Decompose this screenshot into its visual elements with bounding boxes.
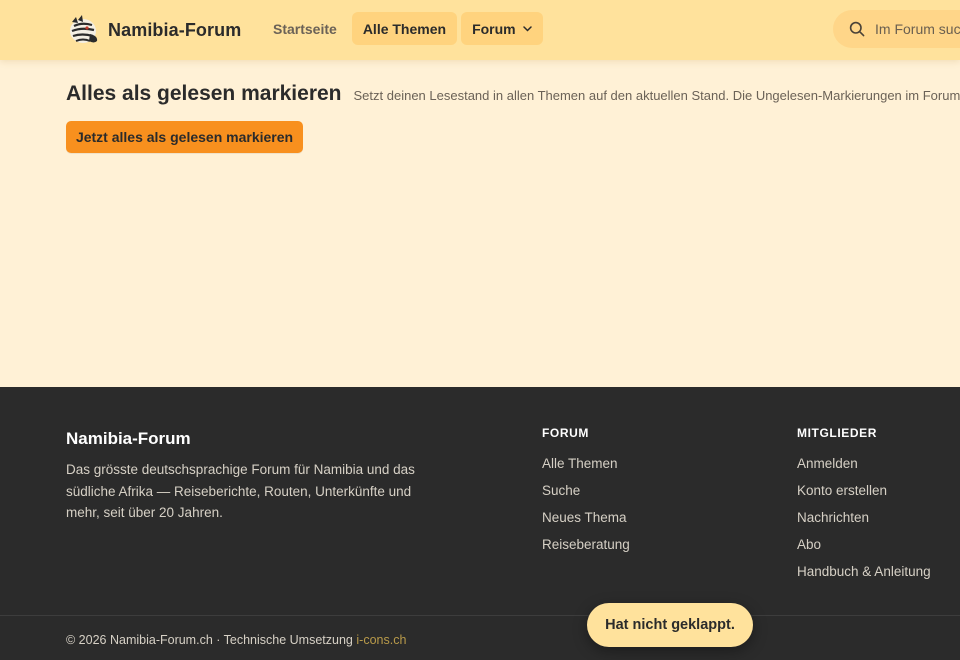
footer-link-handbook[interactable]: Handbuch & Anleitung (797, 562, 931, 589)
footer-column-forum: FORUM Alle Themen Suche Neues Thema Reis… (542, 426, 630, 562)
site-header: Namibia-Forum Startseite Alle Themen For… (0, 0, 960, 60)
footer-heading-members: MITGLIEDER (797, 426, 877, 440)
nav-item-home[interactable]: Startseite (262, 12, 348, 45)
page-description: Setzt deinen Lesestand in allen Themen a… (353, 88, 960, 103)
footer-link-new-topic[interactable]: Neues Thema (542, 508, 630, 535)
zebra-logo-icon (70, 15, 98, 43)
footer-link-all-topics[interactable]: Alle Themen (542, 454, 630, 481)
footer-link-travel-advice[interactable]: Reiseberatung (542, 535, 630, 562)
main-nav: Startseite Alle Themen Forum (262, 12, 543, 45)
page-title: Alles als gelesen markieren (66, 82, 342, 105)
footer-brand: Namibia-Forum (66, 429, 191, 448)
search-icon (849, 21, 865, 37)
footer-link-register[interactable]: Konto erstellen (797, 481, 931, 508)
credit-link[interactable]: i-cons.ch (356, 633, 406, 647)
footer-link-subscription[interactable]: Abo (797, 535, 931, 562)
footer-link-search[interactable]: Suche (542, 481, 630, 508)
footer-link-login[interactable]: Anmelden (797, 454, 931, 481)
footer-copyright: © 2026 Namibia-Forum.ch · Technische Ums… (66, 633, 406, 647)
nav-item-label: Forum (472, 20, 516, 37)
nav-item-all-topics[interactable]: Alle Themen (351, 12, 458, 45)
footer-divider (0, 615, 960, 616)
nav-item-label: Alle Themen (362, 20, 447, 37)
search-input[interactable]: Im Forum suc (833, 10, 960, 48)
error-toast: Hat nicht geklappt. (587, 603, 753, 647)
footer-column-members: MITGLIEDER Anmelden Konto erstellen Nach… (797, 426, 931, 589)
footer-link-messages[interactable]: Nachrichten (797, 508, 931, 535)
site-footer: Namibia-Forum Das grösste deutschsprachi… (0, 387, 960, 660)
nav-item-label: Startseite (273, 20, 337, 37)
nav-item-forum-dropdown[interactable]: Forum (461, 12, 543, 45)
search-placeholder: Im Forum suc (875, 21, 960, 37)
copyright-text: © 2026 Namibia-Forum.ch · Technische Ums… (66, 633, 353, 647)
page-heading-row: Alles als gelesen markieren Setzt deinen… (66, 82, 960, 112)
footer-heading-forum: FORUM (542, 426, 589, 440)
footer-description: Das grösste deutschsprachige Forum für N… (66, 462, 415, 520)
brand-name: Namibia-Forum (108, 19, 242, 40)
mark-all-read-button[interactable]: Jetzt alles als gelesen markieren (66, 121, 303, 153)
chevron-down-icon (522, 25, 532, 32)
brand-link[interactable]: Namibia-Forum (66, 14, 241, 46)
